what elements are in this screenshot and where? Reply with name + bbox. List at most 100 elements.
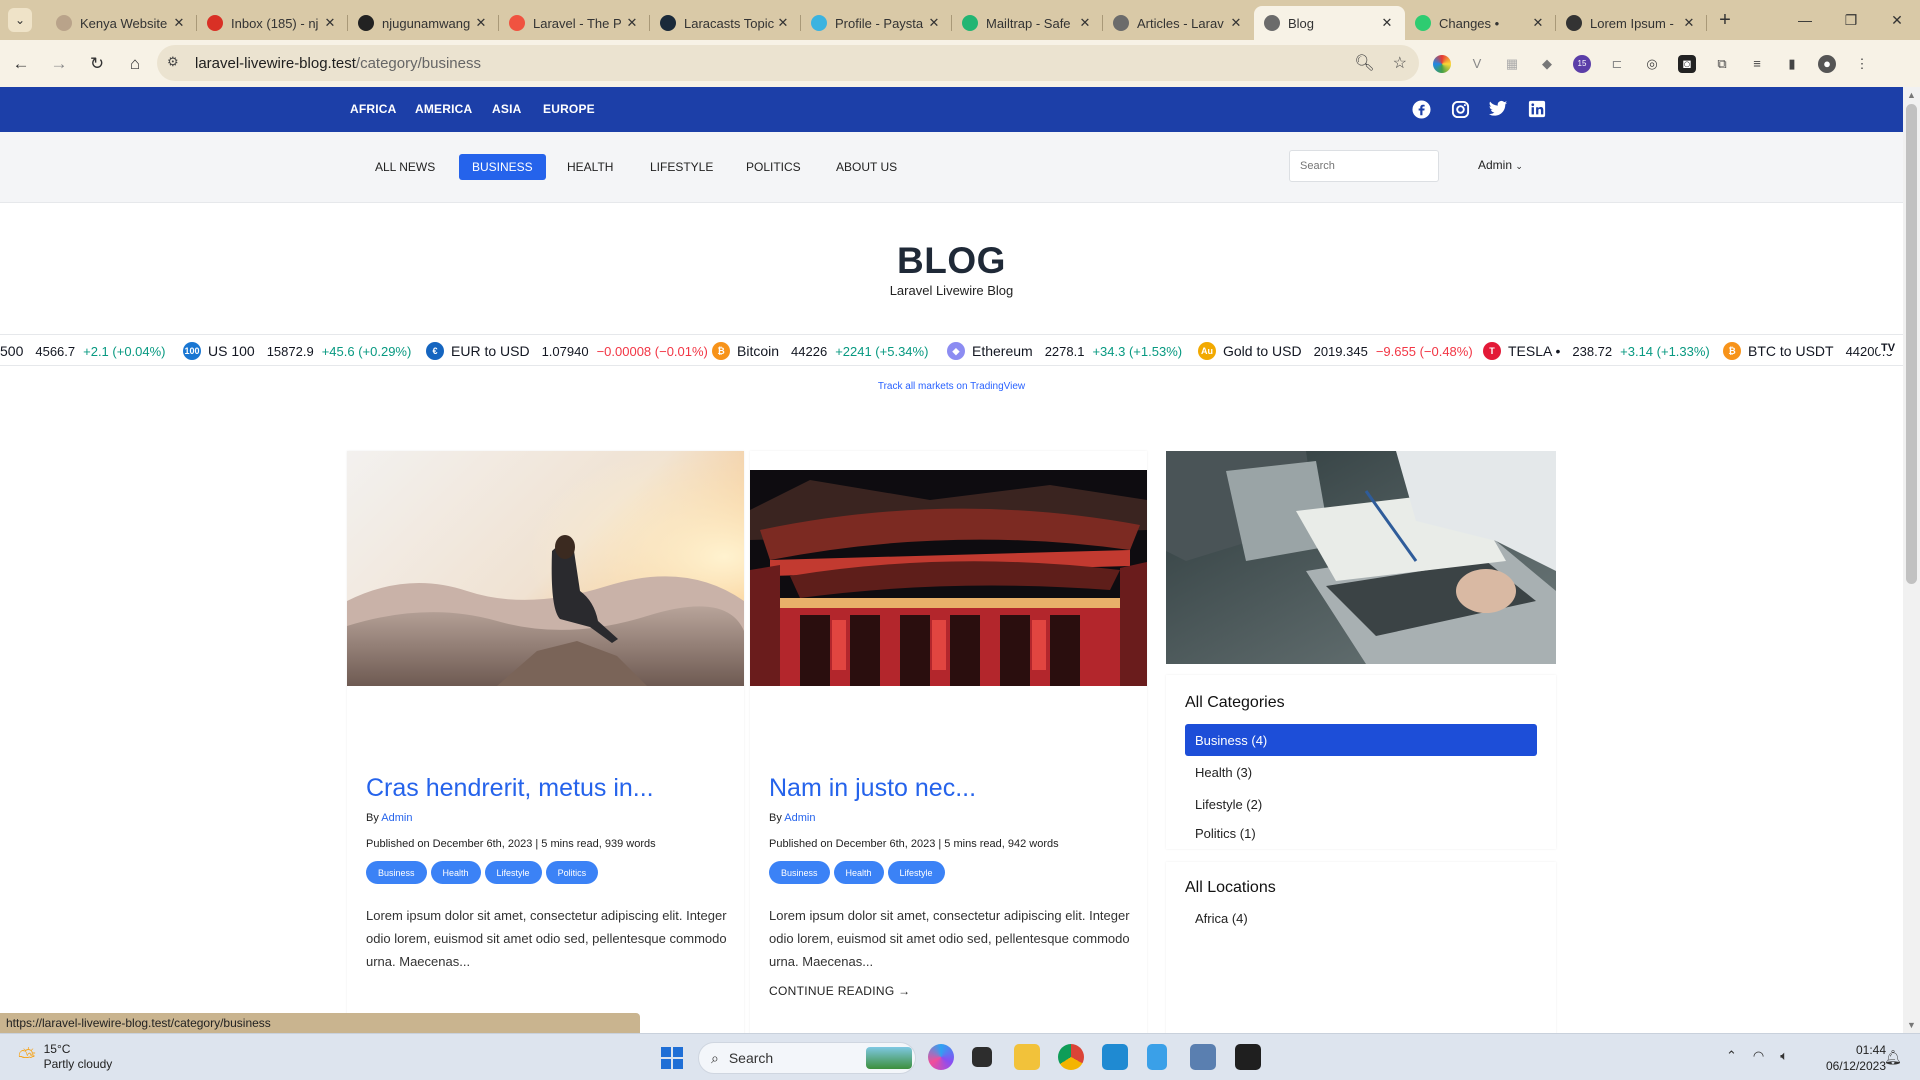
- category-business[interactable]: Business (4): [1185, 724, 1537, 756]
- continue-reading-link[interactable]: CONTINUE READING →: [769, 984, 910, 998]
- monitor-app-icon[interactable]: [1190, 1044, 1216, 1070]
- region-link-europe[interactable]: EUROPE: [543, 102, 595, 116]
- close-window-icon[interactable]: ✕: [1874, 0, 1920, 40]
- weather-widget[interactable]: ⛅︎ 15°C Partly cloudy: [18, 1042, 112, 1072]
- region-link-america[interactable]: AMERICA: [415, 102, 472, 116]
- nav-about-us[interactable]: ABOUT US: [823, 154, 910, 180]
- browser-tab[interactable]: Profile - Paysta ✕: [801, 6, 952, 40]
- author-link[interactable]: Admin: [381, 812, 412, 824]
- circle-extension-icon[interactable]: ◎: [1643, 55, 1661, 73]
- ticker-item[interactable]: T TESLA • 238.72 +3.14 (+1.33%): [1483, 335, 1710, 365]
- region-link-asia[interactable]: ASIA: [492, 102, 521, 116]
- browser-tab[interactable]: Inbox (185) - nj ✕: [197, 6, 348, 40]
- copilot-icon[interactable]: [928, 1044, 954, 1070]
- tradingview-logo-icon[interactable]: TV: [1878, 342, 1899, 354]
- instagram-icon[interactable]: [1450, 99, 1470, 119]
- tab-close-icon[interactable]: ✕: [1681, 15, 1697, 31]
- clock[interactable]: 01:44 06/12/2023: [1808, 1042, 1886, 1074]
- tab-close-icon[interactable]: ✕: [926, 15, 942, 31]
- address-bar[interactable]: ⚙ laravel-livewire-blog.test/category/bu…: [157, 45, 1419, 81]
- category-lifestyle[interactable]: Lifestyle (2): [1185, 788, 1537, 820]
- puzzle-extension-icon[interactable]: ◆: [1538, 55, 1556, 73]
- site-info-icon[interactable]: ⚙: [167, 54, 185, 72]
- windows-start-icon[interactable]: [661, 1047, 683, 1069]
- browser-tab[interactable]: Changes • ✕: [1405, 6, 1556, 40]
- tab-close-icon[interactable]: ✕: [1379, 15, 1395, 31]
- ticker-item[interactable]: 500 4566.7 +2.1 (+0.04%): [0, 335, 166, 365]
- tab-search-icon[interactable]: ⌄: [8, 8, 32, 32]
- linkedin-icon[interactable]: [1527, 99, 1547, 119]
- dark-extension-icon[interactable]: ◙: [1678, 54, 1696, 73]
- profile-avatar[interactable]: ●: [1818, 54, 1836, 73]
- tag-business[interactable]: Business: [366, 861, 427, 884]
- nav-all-news[interactable]: ALL NEWS: [362, 154, 448, 180]
- media-control-icon[interactable]: ≡: [1748, 55, 1766, 73]
- vue-devtools-extension-icon[interactable]: V: [1468, 55, 1486, 73]
- nav-health[interactable]: HEALTH: [554, 154, 626, 180]
- post-title[interactable]: Cras hendrerit, metus in...: [366, 774, 654, 803]
- tag-lifestyle[interactable]: Lifestyle: [887, 861, 945, 884]
- browser-tab[interactable]: Blog ✕: [1254, 6, 1405, 40]
- ticker-item[interactable]: ◆ Ethereum 2278.1 +34.3 (+1.53%): [947, 335, 1182, 365]
- browser-tab[interactable]: Kenya Website ✕: [46, 6, 197, 40]
- scroll-down-icon[interactable]: ▼: [1907, 1020, 1916, 1030]
- location-africa[interactable]: Africa (4): [1185, 902, 1537, 934]
- search-input[interactable]: [1289, 150, 1439, 182]
- home-icon[interactable]: ⌂: [118, 47, 152, 81]
- nav-business[interactable]: BUSINESS: [459, 154, 546, 180]
- tag-business[interactable]: Business: [769, 861, 830, 884]
- ticker-item[interactable]: € EUR to USD 1.07940 −0.00008 (−0.01%): [426, 335, 708, 365]
- post-title[interactable]: Nam in justo nec...: [769, 774, 976, 803]
- new-tab-icon[interactable]: +: [1711, 6, 1739, 34]
- region-link-africa[interactable]: AFRICA: [350, 102, 397, 116]
- notification-bell-icon[interactable]: 🔔︎: [1884, 1049, 1902, 1066]
- ticker-item[interactable]: 100 US 100 15872.9 +45.6 (+0.29%): [183, 335, 411, 365]
- tag-politics[interactable]: Politics: [545, 861, 599, 884]
- terminal-icon[interactable]: [1235, 1044, 1261, 1070]
- page-scrollbar[interactable]: ▲ ▼: [1903, 87, 1920, 1033]
- tag-lifestyle[interactable]: Lifestyle: [484, 861, 542, 884]
- browser-tab[interactable]: Lorem Ipsum - ✕: [1556, 6, 1707, 40]
- user-menu[interactable]: Admin ⌄: [1478, 158, 1523, 172]
- tab-close-icon[interactable]: ✕: [1228, 15, 1244, 31]
- facebook-icon[interactable]: [1411, 99, 1431, 119]
- vscode-icon[interactable]: [1102, 1044, 1128, 1070]
- tab-close-icon[interactable]: ✕: [1530, 15, 1546, 31]
- post-image-temple[interactable]: [750, 470, 1147, 686]
- grid-extension-icon[interactable]: ▦: [1503, 55, 1521, 73]
- scrollbar-thumb[interactable]: [1906, 104, 1917, 584]
- volume-icon[interactable]: 🔈︎: [1780, 1048, 1788, 1064]
- reload-icon[interactable]: ↻: [80, 47, 114, 81]
- chevron-up-icon[interactable]: ⌃: [1726, 1048, 1737, 1064]
- side-panel-icon[interactable]: ▮: [1783, 55, 1801, 73]
- badge-extension-icon[interactable]: 15: [1573, 54, 1591, 73]
- zoom-icon[interactable]: 🔍︎: [1354, 53, 1374, 73]
- color-picker-extension-icon[interactable]: [1433, 54, 1451, 73]
- file-explorer-icon[interactable]: [1014, 1044, 1040, 1070]
- tab-close-icon[interactable]: ✕: [1077, 15, 1093, 31]
- category-politics[interactable]: Politics (1): [1185, 819, 1537, 847]
- maximize-icon[interactable]: ❐: [1828, 0, 1874, 40]
- back-icon[interactable]: ←: [4, 47, 38, 81]
- post-image-mountain[interactable]: [347, 451, 744, 686]
- tag-health[interactable]: Health: [430, 861, 481, 884]
- code-extension-icon[interactable]: ⊏: [1608, 55, 1626, 73]
- browser-tab[interactable]: Laracasts Topic ✕: [650, 6, 801, 40]
- forward-icon[interactable]: →: [42, 47, 76, 81]
- nav-politics[interactable]: POLITICS: [733, 154, 814, 180]
- tradingview-link[interactable]: Track all markets on TradingView: [0, 381, 1903, 392]
- author-link[interactable]: Admin: [784, 812, 815, 824]
- twitter-icon[interactable]: [1488, 99, 1508, 119]
- nav-lifestyle[interactable]: LIFESTYLE: [637, 154, 726, 180]
- extensions-puzzle-icon[interactable]: ⧉: [1713, 55, 1731, 73]
- tab-close-icon[interactable]: ✕: [171, 15, 187, 31]
- ticker-item[interactable]: Au Gold to USD 2019.345 −9.655 (−0.48%): [1198, 335, 1473, 365]
- bookmark-star-icon[interactable]: ☆: [1393, 53, 1407, 73]
- task-view-icon[interactable]: [972, 1047, 992, 1067]
- notepad-icon[interactable]: [1147, 1044, 1167, 1070]
- tab-close-icon[interactable]: ✕: [473, 15, 489, 31]
- ticker-item[interactable]: ₿ BTC to USDT 44200.6: [1723, 335, 1901, 365]
- browser-tab[interactable]: Laravel - The P ✕: [499, 6, 650, 40]
- browser-tab[interactable]: Mailtrap - Safe ✕: [952, 6, 1103, 40]
- tab-close-icon[interactable]: ✕: [624, 15, 640, 31]
